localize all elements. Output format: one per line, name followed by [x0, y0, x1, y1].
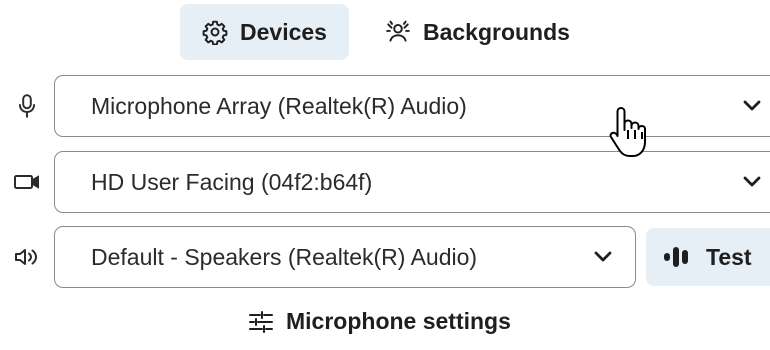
- audio-bars-icon: [662, 245, 696, 269]
- camera-select-value: HD User Facing (04f2:b64f): [91, 168, 373, 195]
- test-speaker-button[interactable]: Test: [646, 228, 770, 286]
- tab-bar: Devices Backgrounds: [180, 4, 592, 60]
- hand-pointer-cursor: [607, 104, 655, 167]
- microphone-select-value: Microphone Array (Realtek(R) Audio): [91, 92, 467, 119]
- chevron-down-icon: [742, 176, 762, 188]
- tab-devices[interactable]: Devices: [180, 4, 349, 60]
- microphone-select[interactable]: Microphone Array (Realtek(R) Audio): [54, 75, 770, 137]
- tab-backgrounds[interactable]: Backgrounds: [359, 4, 592, 60]
- speaker-row: Default - Speakers (Realtek(R) Audio): [0, 226, 636, 288]
- speaker-select-value: Default - Speakers (Realtek(R) Audio): [91, 243, 478, 270]
- camera-icon: [0, 172, 54, 192]
- tab-devices-label: Devices: [240, 18, 327, 45]
- tab-backgrounds-label: Backgrounds: [422, 18, 570, 45]
- camera-select[interactable]: HD User Facing (04f2:b64f): [54, 151, 770, 213]
- chevron-down-icon: [742, 100, 762, 112]
- background-person-icon: [385, 19, 411, 45]
- sliders-icon: [248, 310, 274, 334]
- microphone-icon: [0, 93, 54, 119]
- speaker-select[interactable]: Default - Speakers (Realtek(R) Audio): [54, 226, 636, 288]
- microphone-settings-link[interactable]: Microphone settings: [248, 308, 511, 335]
- microphone-settings-label: Microphone settings: [286, 308, 511, 334]
- chevron-down-icon: [593, 251, 613, 263]
- gear-icon: [202, 19, 228, 45]
- speaker-icon: [0, 245, 54, 269]
- test-button-label: Test: [706, 243, 752, 270]
